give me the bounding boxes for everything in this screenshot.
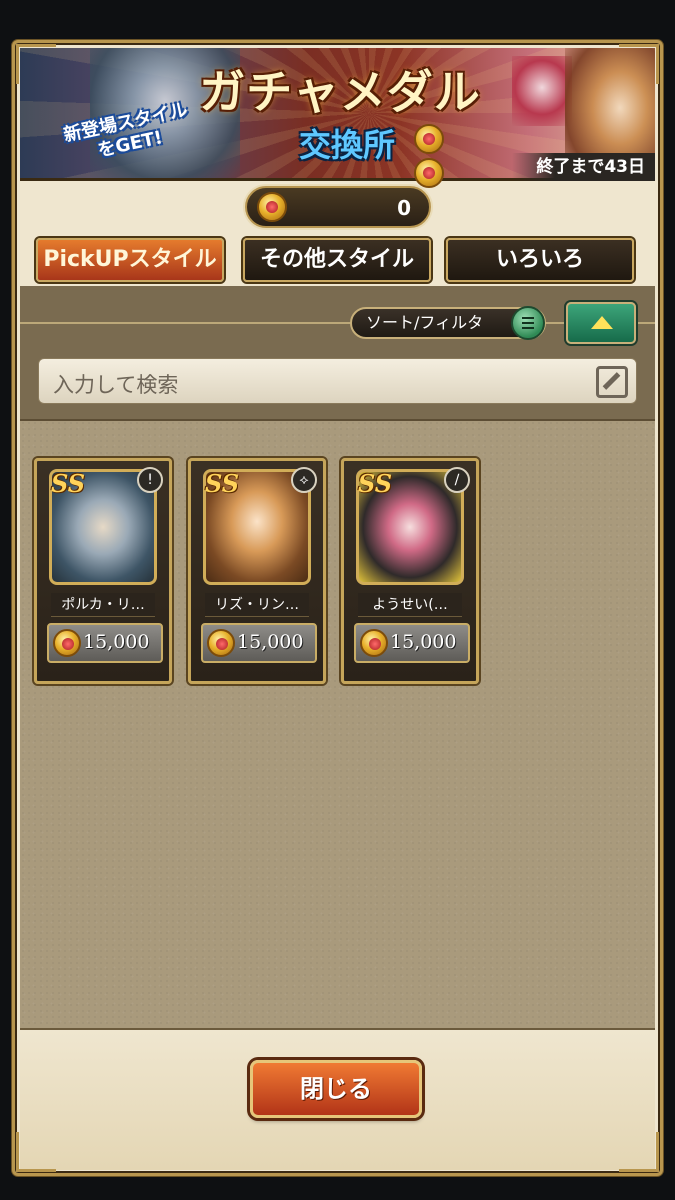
weapon-type-icon: ⟡ bbox=[291, 467, 317, 493]
search-input[interactable]: 入力して検索 bbox=[38, 358, 637, 404]
menu-lines-icon[interactable] bbox=[511, 306, 545, 340]
gacha-medal-icon bbox=[257, 192, 287, 222]
style-card[interactable]: SS ∕ ようせい(… 15,000 bbox=[341, 458, 479, 684]
tab-other-style[interactable]: その他スタイル bbox=[243, 238, 431, 282]
weapon-type-icon: ∕ bbox=[444, 467, 470, 493]
frame-corner-ornament bbox=[16, 1132, 56, 1172]
banner-character-imp bbox=[512, 56, 572, 126]
price-tag: 15,000 bbox=[354, 623, 470, 663]
banner-medals bbox=[414, 124, 478, 188]
ss-rank-icon: SS bbox=[358, 469, 393, 498]
remaining-days: 終了まで43日 bbox=[512, 153, 655, 181]
price-tag: 15,000 bbox=[47, 623, 163, 663]
collapse-toggle-button[interactable] bbox=[566, 302, 636, 344]
search-placeholder: 入力して検索 bbox=[53, 373, 179, 397]
tab-pickup-style[interactable]: PickUPスタイル bbox=[36, 238, 224, 282]
style-card[interactable]: SS ⟡ リズ・リン… 15,000 bbox=[188, 458, 326, 684]
gacha-medal-icon bbox=[207, 629, 235, 657]
style-name: ポルカ・リ… bbox=[51, 593, 155, 617]
price-value: 15,000 bbox=[237, 631, 304, 653]
frame-corner-ornament bbox=[619, 1132, 659, 1172]
medal-icon bbox=[414, 124, 444, 154]
ss-rank-icon: SS bbox=[205, 469, 240, 498]
banner-title: ガチャメダル bbox=[199, 65, 481, 119]
gacha-medal-icon bbox=[360, 629, 388, 657]
divider bbox=[20, 322, 655, 324]
style-card[interactable]: SS ! ポルカ・リ… 15,000 bbox=[34, 458, 172, 684]
medal-balance-value: 0 bbox=[397, 196, 411, 220]
medal-icon bbox=[414, 158, 444, 188]
tab-misc[interactable]: いろいろ bbox=[446, 238, 634, 282]
ss-rank-icon: SS bbox=[51, 469, 86, 498]
price-value: 15,000 bbox=[390, 631, 457, 653]
medal-balance: 0 bbox=[245, 186, 431, 228]
frame-corner-ornament bbox=[619, 44, 659, 84]
frame-corner-ornament bbox=[16, 44, 56, 84]
close-button[interactable]: 閉じる bbox=[250, 1060, 422, 1118]
banner-subtitle: 交換所 bbox=[298, 126, 395, 164]
gacha-medal-icon bbox=[53, 629, 81, 657]
edit-icon[interactable] bbox=[596, 366, 628, 398]
style-name: リズ・リン… bbox=[205, 593, 309, 617]
price-tag: 15,000 bbox=[201, 623, 317, 663]
price-value: 15,000 bbox=[83, 631, 150, 653]
weapon-type-icon: ! bbox=[137, 467, 163, 493]
style-name: ようせい(… bbox=[358, 593, 462, 617]
